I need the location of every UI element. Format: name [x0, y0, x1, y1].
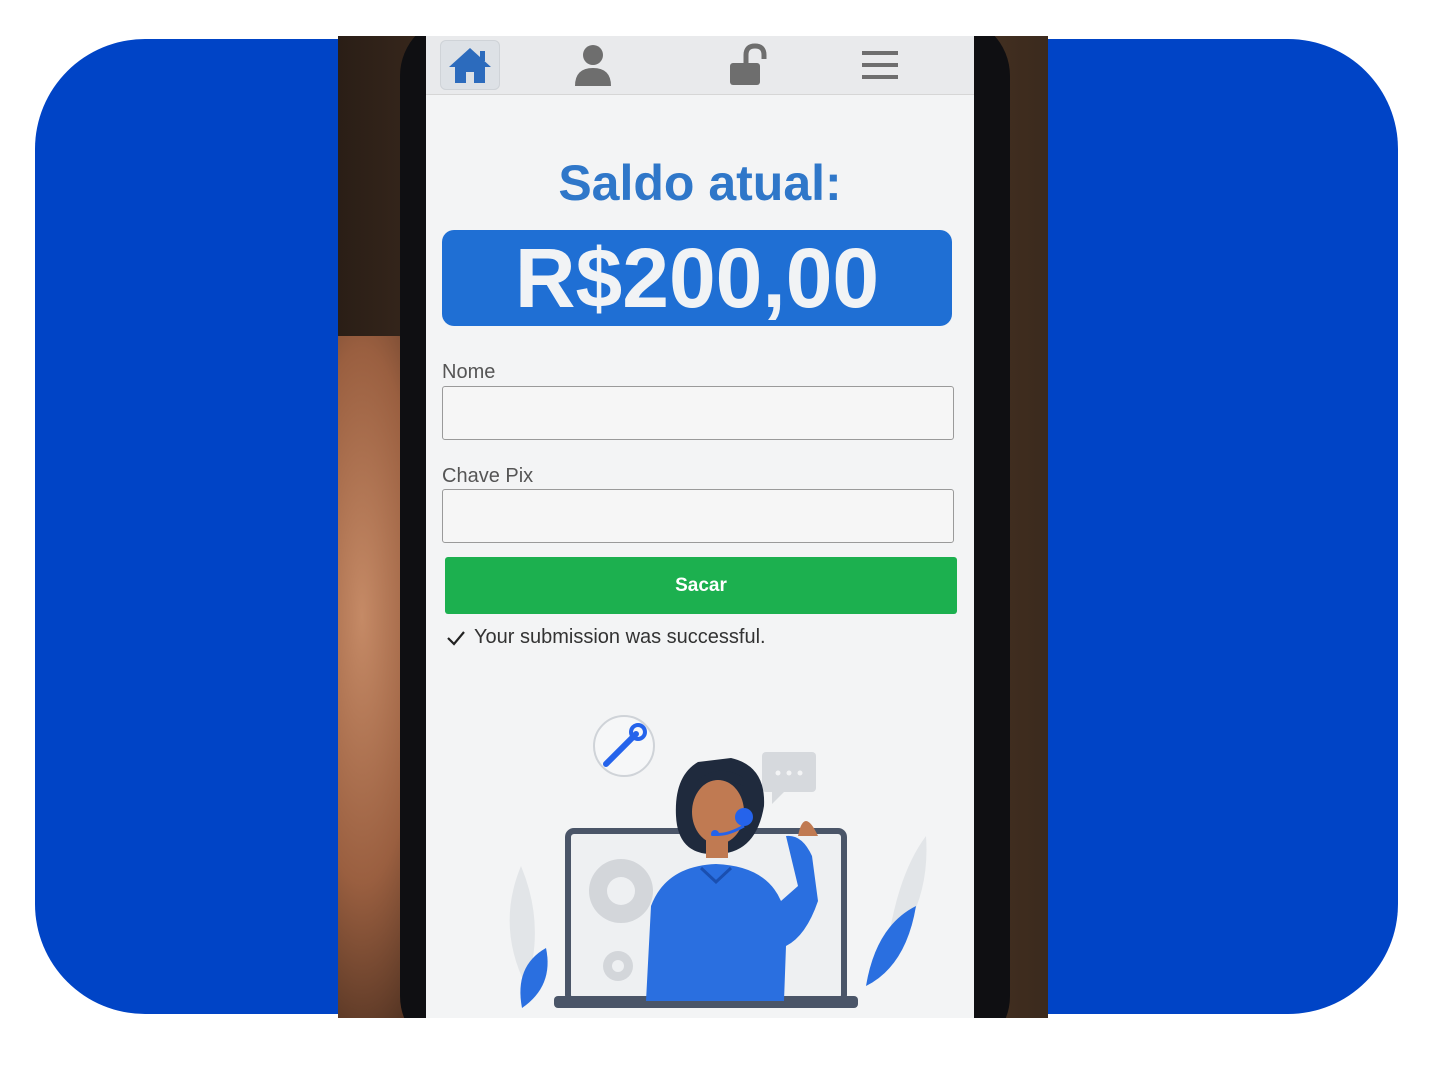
top-nav — [426, 36, 974, 95]
user-icon — [575, 45, 611, 86]
balance-amount: R$200,00 — [442, 230, 952, 326]
support-illustration — [509, 715, 927, 1008]
nav-profile[interactable] — [563, 40, 623, 90]
phone-photo: Saldo atual: R$200,00 Nome Chave Pix Sac… — [338, 36, 1048, 1018]
name-label: Nome — [442, 361, 496, 383]
wrench-icon — [593, 715, 655, 777]
home-icon — [449, 48, 491, 83]
menu-icon — [862, 51, 898, 79]
nav-home[interactable] — [440, 40, 500, 90]
phone-screen: Saldo atual: R$200,00 Nome Chave Pix Sac… — [426, 36, 974, 1018]
pix-key-label: Chave Pix — [442, 465, 534, 487]
success-message: Your submission was successful. — [446, 626, 766, 649]
nav-unlock[interactable] — [718, 40, 778, 90]
nav-menu[interactable] — [850, 40, 910, 90]
unlock-icon — [730, 43, 767, 85]
success-text: Your submission was successful. — [474, 626, 766, 648]
chat-bubble-icon — [762, 752, 816, 804]
balance-title: Saldo atual: — [558, 155, 842, 211]
check-icon — [446, 630, 466, 646]
pix-key-input[interactable] — [442, 489, 954, 543]
name-input[interactable] — [442, 386, 954, 440]
withdraw-button[interactable]: Sacar — [445, 557, 957, 614]
